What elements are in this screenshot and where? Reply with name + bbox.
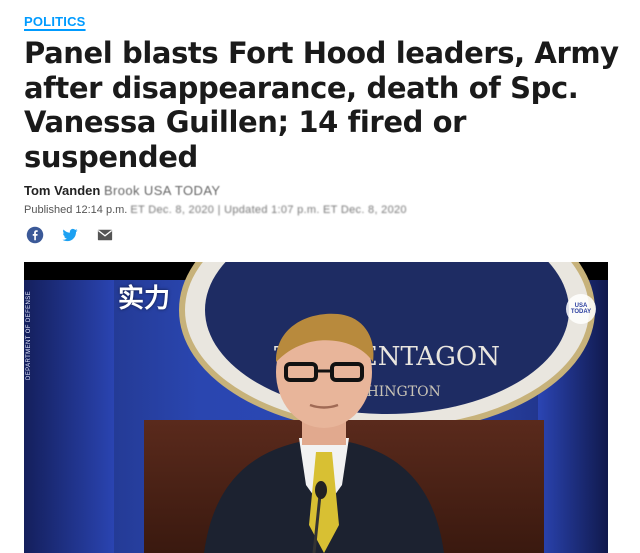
- video-frame: THE PENTAGON WASHINGTON DEPARTMENT OF DE…: [24, 262, 608, 553]
- byline-outlet: Brook USA TODAY: [103, 183, 221, 198]
- facebook-icon[interactable]: [26, 226, 44, 244]
- byline: Tom Vanden Brook USA TODAY: [24, 183, 221, 198]
- email-icon[interactable]: [96, 226, 114, 244]
- video-overlay-text: 实力: [118, 284, 171, 314]
- article-headline: Panel blasts Fort Hood leaders, Army aft…: [24, 36, 619, 174]
- video-side-credit: DEPARTMENT OF DEFENSE: [26, 290, 32, 380]
- curtain-left: [24, 280, 114, 553]
- twitter-icon[interactable]: [61, 226, 79, 244]
- section-link-politics[interactable]: POLITICS: [24, 14, 86, 29]
- published-time: Published 12:14 p.m.: [24, 204, 128, 216]
- author-name[interactable]: Tom Vanden: [24, 183, 100, 198]
- video-player[interactable]: THE PENTAGON WASHINGTON DEPARTMENT OF DE…: [24, 262, 608, 553]
- dateline: Published 12:14 p.m. ET Dec. 8, 2020 | U…: [24, 204, 407, 216]
- share-bar: [26, 226, 114, 244]
- updated-time: ET Dec. 8, 2020 | Updated 1:07 p.m. ET D…: [130, 204, 407, 216]
- speaker-figure: [204, 313, 444, 553]
- usa-today-watermark: USA TODAY: [566, 294, 596, 324]
